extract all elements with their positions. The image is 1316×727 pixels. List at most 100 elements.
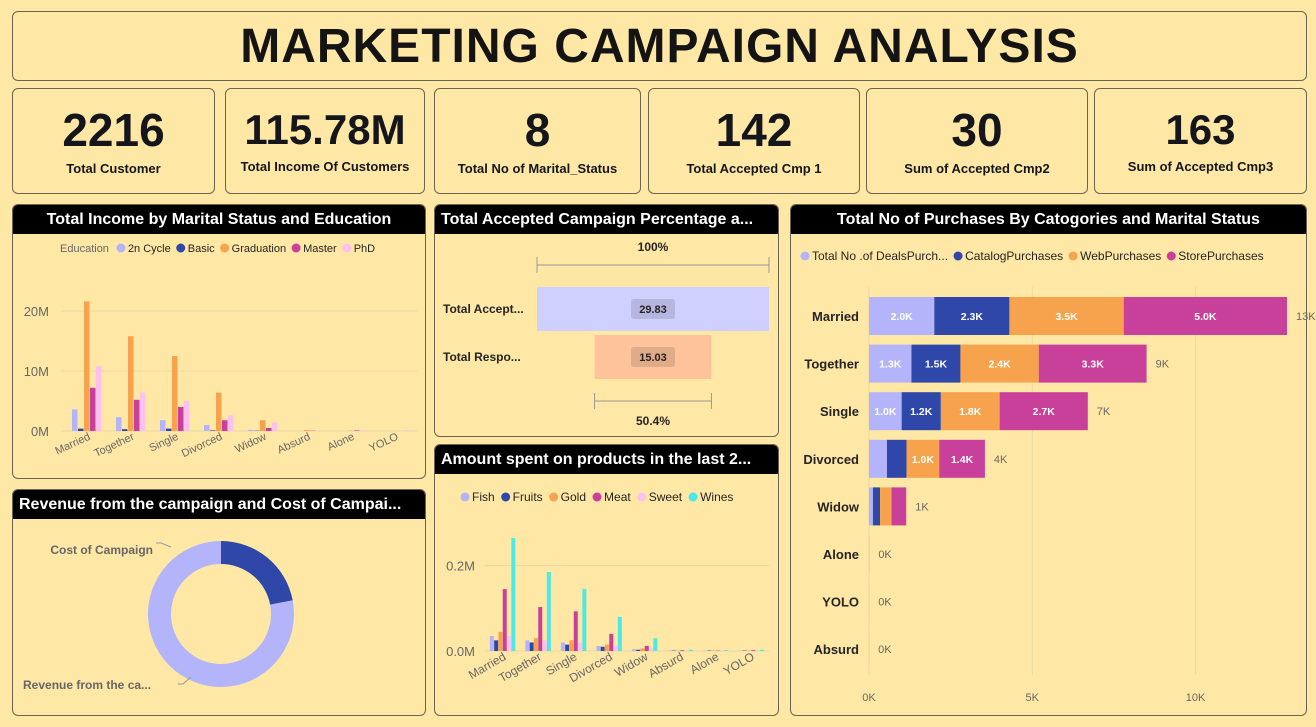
- data-label: 1.0K: [874, 406, 897, 418]
- donut-slice: [221, 541, 293, 605]
- bar: [529, 642, 534, 651]
- bar: [184, 401, 190, 431]
- legend-swatch: [342, 243, 352, 253]
- bar: [248, 429, 254, 431]
- bar: [617, 616, 622, 651]
- data-label: 2.7K: [1033, 406, 1056, 418]
- leader-line: [178, 676, 192, 685]
- bar: [489, 636, 494, 651]
- bar: [140, 392, 146, 431]
- bar: [600, 646, 605, 651]
- dashboard-title-panel: MARKETING CAMPAIGN ANALYSIS: [12, 11, 1307, 81]
- bar: [578, 642, 583, 651]
- category-label: Total Respo...: [443, 350, 521, 364]
- data-label: 5.0K: [1194, 311, 1217, 323]
- x-tick-label: YOLO: [367, 431, 400, 455]
- legend-swatch: [549, 492, 559, 502]
- x-tick-label: Widow: [233, 431, 268, 456]
- bar: [573, 611, 578, 651]
- x-tick-label: YOLO: [721, 649, 757, 678]
- legend-label: PhD: [354, 243, 375, 255]
- legend-swatch: [688, 492, 698, 502]
- legend-label: Basic: [188, 243, 215, 255]
- bar: [178, 407, 184, 431]
- legend-label: Fish: [472, 490, 495, 504]
- kpi-label: Total Accepted Cmp 1: [686, 160, 822, 176]
- legend-swatch: [460, 492, 470, 502]
- bar: [266, 428, 272, 431]
- leader-line: [156, 542, 172, 548]
- legend-swatch: [800, 251, 810, 261]
- kpi-value: 8: [524, 103, 551, 156]
- kpi-accepted-cmp1[interactable]: 142 Total Accepted Cmp 1: [648, 88, 860, 194]
- bar: [360, 430, 366, 431]
- bar: [609, 633, 614, 651]
- legend-label: Gold: [561, 490, 586, 504]
- data-label: 2.4K: [989, 359, 1012, 371]
- bar: [631, 649, 636, 651]
- kpi-total-income[interactable]: 115.78M Total Income Of Customers: [225, 88, 425, 194]
- category-label: Total Accept...: [443, 302, 524, 316]
- kpi-value: 115.78M: [244, 105, 406, 153]
- kpi-label: Total No of Marital_Status: [457, 160, 618, 176]
- products-chart-panel[interactable]: Amount spent on products in the last 2..…: [434, 444, 779, 716]
- data-label: 2.3K: [961, 311, 984, 323]
- total-label: 0K: [878, 644, 892, 656]
- dashboard-title: MARKETING CAMPAIGN ANALYSIS: [240, 19, 1079, 73]
- x-tick-label: Single: [147, 431, 180, 455]
- kpi-accepted-cmp2[interactable]: 30 Sum of Accepted Cmp2: [866, 88, 1088, 194]
- slice-label: Cost of Campaign: [50, 543, 153, 557]
- total-label: 13K: [1296, 311, 1316, 323]
- x-tick-label: Absurd: [276, 431, 313, 457]
- total-label: 4K: [994, 454, 1008, 466]
- category-label: Together: [804, 357, 859, 372]
- bar: [560, 642, 565, 651]
- bar: [272, 422, 278, 431]
- legend-swatch: [1068, 251, 1078, 261]
- bar: [90, 387, 96, 431]
- kpi-label: Sum of Accepted Cmp3: [1127, 158, 1274, 174]
- bar: [160, 420, 166, 431]
- kpi-accepted-cmp3[interactable]: 163 Sum of Accepted Cmp3: [1094, 88, 1307, 194]
- data-label: 2.0K: [891, 311, 914, 323]
- legend-swatch: [291, 243, 301, 253]
- category-label: Married: [812, 309, 859, 324]
- bar: [404, 430, 410, 431]
- funnel-chart: 100% Total Accept... 29.83 Total Respo... 15…: [443, 240, 770, 428]
- y-tick-label: 0.0M: [446, 644, 475, 659]
- bar-segment: [880, 487, 892, 526]
- bar: [582, 589, 587, 651]
- bar: [498, 631, 503, 651]
- bar-segment: [886, 439, 907, 478]
- kpi-label: Total Customer: [66, 160, 161, 176]
- legend-label: Meat: [604, 490, 631, 504]
- total-label: 0K: [878, 597, 892, 609]
- y-tick-label: 10M: [24, 364, 49, 379]
- bar: [565, 644, 570, 651]
- value-label: 15.03: [639, 352, 667, 364]
- legend-label: CatalogPurchases: [965, 249, 1063, 263]
- x-tick-label: Widow: [612, 649, 650, 679]
- data-label: 1.0K: [912, 454, 935, 466]
- legend-label: Graduation: [232, 243, 286, 255]
- total-label: 9K: [1156, 359, 1170, 371]
- legend-label: WebPurchases: [1080, 249, 1161, 263]
- kpi-marital-status-count[interactable]: 8 Total No of Marital_Status: [434, 88, 641, 194]
- kpi-total-customer[interactable]: 2216 Total Customer: [12, 88, 215, 194]
- bar-segment: [869, 439, 887, 478]
- funnel-chart-panel[interactable]: Total Accepted Campaign Percentage a... …: [434, 204, 779, 437]
- x-tick-label: Alone: [326, 431, 357, 454]
- legend-swatch: [953, 251, 963, 261]
- donut-chart-panel[interactable]: Revenue from the campaign and Cost of Ca…: [12, 489, 426, 716]
- bar: [596, 645, 601, 651]
- bar: [680, 650, 685, 651]
- purchases-chart-panel[interactable]: Total No of Purchases By Catogories and …: [790, 204, 1316, 716]
- bar: [78, 428, 84, 431]
- bar: [134, 399, 140, 431]
- bar: [649, 648, 654, 651]
- category-label: Divorced: [803, 452, 859, 467]
- legend-label: StorePurchases: [1178, 249, 1263, 263]
- income-chart-panel[interactable]: Total Income by Marital Status and Educa…: [12, 204, 426, 479]
- data-label: 1.8K: [959, 406, 982, 418]
- kpi-value: 142: [715, 103, 793, 156]
